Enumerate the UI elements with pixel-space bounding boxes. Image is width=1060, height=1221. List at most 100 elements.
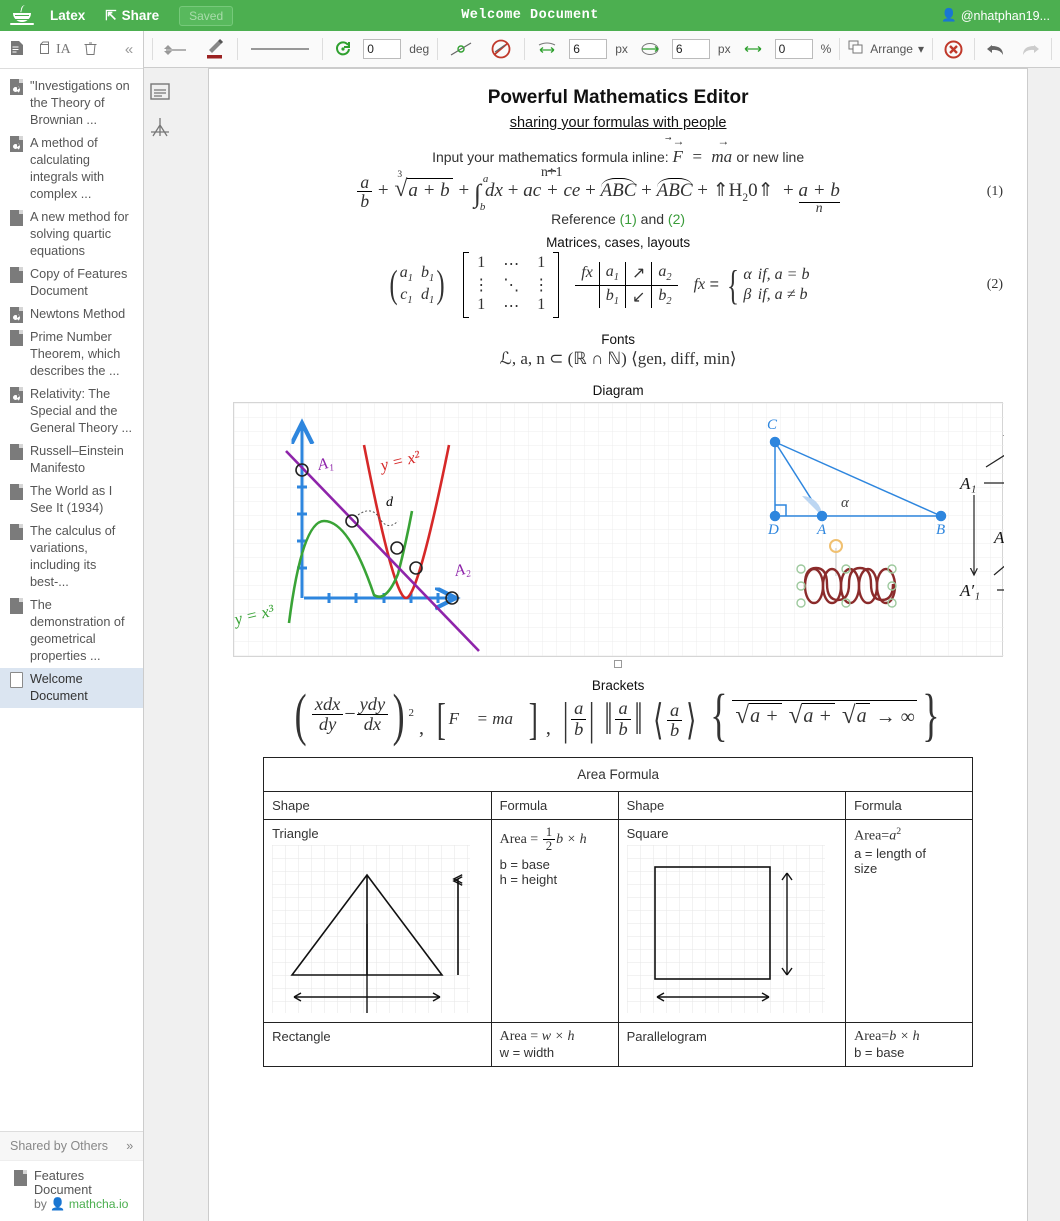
formula-note: size [854, 861, 878, 877]
intro-formula: F⃗→ = ma→ [672, 134, 733, 166]
trash-icon[interactable] [84, 41, 97, 59]
chevron-down-icon[interactable]: » [126, 1139, 133, 1153]
list-item[interactable]: Relativity: The Special and the General … [0, 383, 143, 440]
list-item[interactable]: Prime Number Theorem, which describes th… [0, 326, 143, 383]
cd-node-a2p: A′₂ [993, 528, 1004, 547]
undo-icon[interactable] [983, 39, 1009, 59]
page-scroll-area[interactable]: Powerful Mathematics Editor sharing your… [176, 68, 1060, 1221]
list-item[interactable]: Newtons Method [0, 303, 143, 326]
copy-icon[interactable] [37, 41, 52, 59]
shared-item-label: Features Document [34, 1169, 92, 1197]
reference-link-2[interactable]: (2) [668, 211, 685, 227]
list-item[interactable]: Copy of Features Document [0, 263, 143, 303]
height-input[interactable] [671, 39, 710, 59]
cell-formula-triangle: Area = 12b × h b = base h = height [490, 818, 619, 1023]
redo-icon[interactable] [1017, 39, 1043, 59]
delete-circle-icon[interactable] [941, 38, 966, 61]
menu-latex-label: Latex [50, 8, 86, 23]
rotate-icon[interactable] [331, 38, 355, 60]
align-middle-icon[interactable] [161, 37, 191, 61]
reference-link-1[interactable]: (1) [620, 211, 637, 227]
arrange-icon [848, 40, 865, 58]
list-item[interactable]: The World as I See It (1934) [0, 480, 143, 520]
list-item[interactable]: The calculus of variations, including it… [0, 520, 143, 594]
triangle-angle-label: α [841, 495, 850, 511]
table-row: Rectangle Area = w × h w = width Paralle… [263, 1021, 974, 1067]
formula-rectangle: Area = w × h [499, 1028, 575, 1044]
matrix-bordered-table: fx a1 ↗ a2 b1 ↙ b2 [575, 262, 678, 308]
cell-label: Triangle [272, 825, 319, 841]
list-item-label: A new method for solving quartic equatio… [30, 210, 129, 258]
document-page[interactable]: Powerful Mathematics Editor sharing your… [208, 68, 1029, 1221]
spacing-input[interactable] [774, 39, 813, 59]
arrow-horizontal-icon[interactable] [533, 39, 561, 59]
diagram-canvas[interactable]: d A₁ A₂ y = x² y = x³ C D A B α A₁ A A′₁ [233, 402, 1005, 657]
height-unit-label: px [717, 42, 731, 56]
area-formula-table[interactable]: Area Formula Shape Formula Shape Formula… [263, 756, 974, 1067]
line-style-icon[interactable] [246, 41, 314, 57]
mathcha-cup-logo[interactable] [10, 3, 36, 27]
line-endpoint-icon[interactable] [446, 38, 478, 60]
rename-icon[interactable]: IA [56, 42, 71, 58]
arrow-spacing-icon[interactable] [739, 40, 767, 58]
list-item[interactable]: Russell–Einstein Manifesto [0, 440, 143, 480]
equation-1[interactable]: ab + √ 3 a + b + ∫ a b dx + n+1 ⏞ ac + ce + ABC… [233, 164, 963, 215]
arrow-vertical-icon[interactable] [636, 39, 664, 59]
diagram-resize-handle[interactable] [614, 660, 623, 668]
draw-diagram-icon[interactable] [149, 116, 171, 137]
list-item[interactable]: A method of calculating integrals with c… [0, 132, 143, 206]
formula-parallelogram: Area=b × h [854, 1028, 920, 1044]
list-item-label: Russell–Einstein Manifesto [30, 444, 124, 475]
document-icon [14, 1170, 27, 1186]
matrices-heading: Matrices, cases, layouts [546, 235, 691, 250]
arrange-button[interactable]: Arrange ▾ [848, 40, 924, 58]
width-unit-label: px [615, 42, 628, 56]
collapse-icon[interactable]: « [125, 41, 133, 58]
document-icon [10, 267, 23, 283]
list-item[interactable]: The demonstration of geometrical propert… [0, 594, 143, 668]
new-document-icon[interactable] [10, 40, 24, 59]
divider [437, 38, 439, 60]
matrix-bmatrix: 1 ⋯ 1 ⋮ ⋱ ⋮ 1 ⋯ 1 [463, 252, 560, 318]
brackets-expression[interactable]: ( xdx dy − ydy dx ) 2 , [ F⃗ = ma⃗ ] , | a b |… [233, 685, 1003, 743]
width-input[interactable] [569, 39, 608, 59]
user-icon: 👤 [50, 1197, 66, 1211]
list-item[interactable]: "Investigations on the Theory of Brownia… [0, 75, 143, 132]
divider [974, 38, 975, 60]
shared-list-item[interactable]: Features Document [14, 1169, 133, 1197]
document-sync-icon [10, 136, 23, 152]
shared-by-prefix: by [34, 1197, 47, 1211]
fill-color-icon[interactable] [199, 36, 229, 62]
text-block-icon[interactable] [149, 82, 171, 102]
sidebar: IA « "Investigations on the Theory of Br… [0, 31, 145, 1221]
formula-triangle: Area = 12b × h [499, 824, 587, 854]
document-icon [10, 330, 23, 346]
list-item-label: Copy of Features Document [30, 267, 128, 298]
cell-formula-rectangle: Area = w × h w = width [490, 1021, 619, 1067]
list-item-selected[interactable]: Welcome Document [0, 668, 144, 708]
shared-by-others-label: Shared by Others [10, 1139, 108, 1153]
triangle-vertex-b: B [936, 522, 945, 538]
menu-latex[interactable]: Latex [50, 8, 85, 23]
shared-documents: Features Document by 👤 mathcha.io [0, 1160, 144, 1221]
list-item[interactable]: A new method for solving quartic equatio… [0, 206, 143, 263]
formula-note: h = height [499, 871, 558, 887]
user-menu[interactable]: 👤 @nhatphan19... [941, 8, 1050, 23]
list-item-label: The demonstration of geometrical propert… [30, 598, 125, 663]
table-title-row: Area Formula [263, 756, 974, 792]
shared-by-others-header[interactable]: Shared by Others » [0, 1131, 144, 1160]
cases-expression: fx = { α if, a = b β if, a ≠ b [693, 261, 810, 308]
share-icon: ⇱ [105, 7, 117, 23]
shared-by-user[interactable]: mathcha.io [69, 1197, 129, 1211]
rotate-input[interactable] [363, 39, 402, 59]
cd-node-a2: A₂ [1003, 421, 1004, 440]
list-item-label: "Investigations on the Theory of Brownia… [30, 79, 130, 127]
formula-square: Area=a2 [854, 825, 902, 844]
menu-share[interactable]: ⇱ Share [105, 8, 159, 24]
no-line-icon[interactable] [486, 37, 516, 61]
canvas-row: Powerful Mathematics Editor sharing your… [144, 68, 1060, 1221]
equation-2[interactable]: ( a1 b1 c1 d1 ) 1 ⋯ 1 ⋮ ⋱ ⋮ 1 ⋯ 1 fx a1 … [233, 252, 963, 318]
column-header-shape-1: Shape [263, 790, 492, 820]
fonts-line[interactable]: ℒ, a, n ⊂ (ℝ ∩ ℕ) ⟨gen, diff, min⟩ [233, 349, 1003, 369]
divider [524, 38, 526, 60]
